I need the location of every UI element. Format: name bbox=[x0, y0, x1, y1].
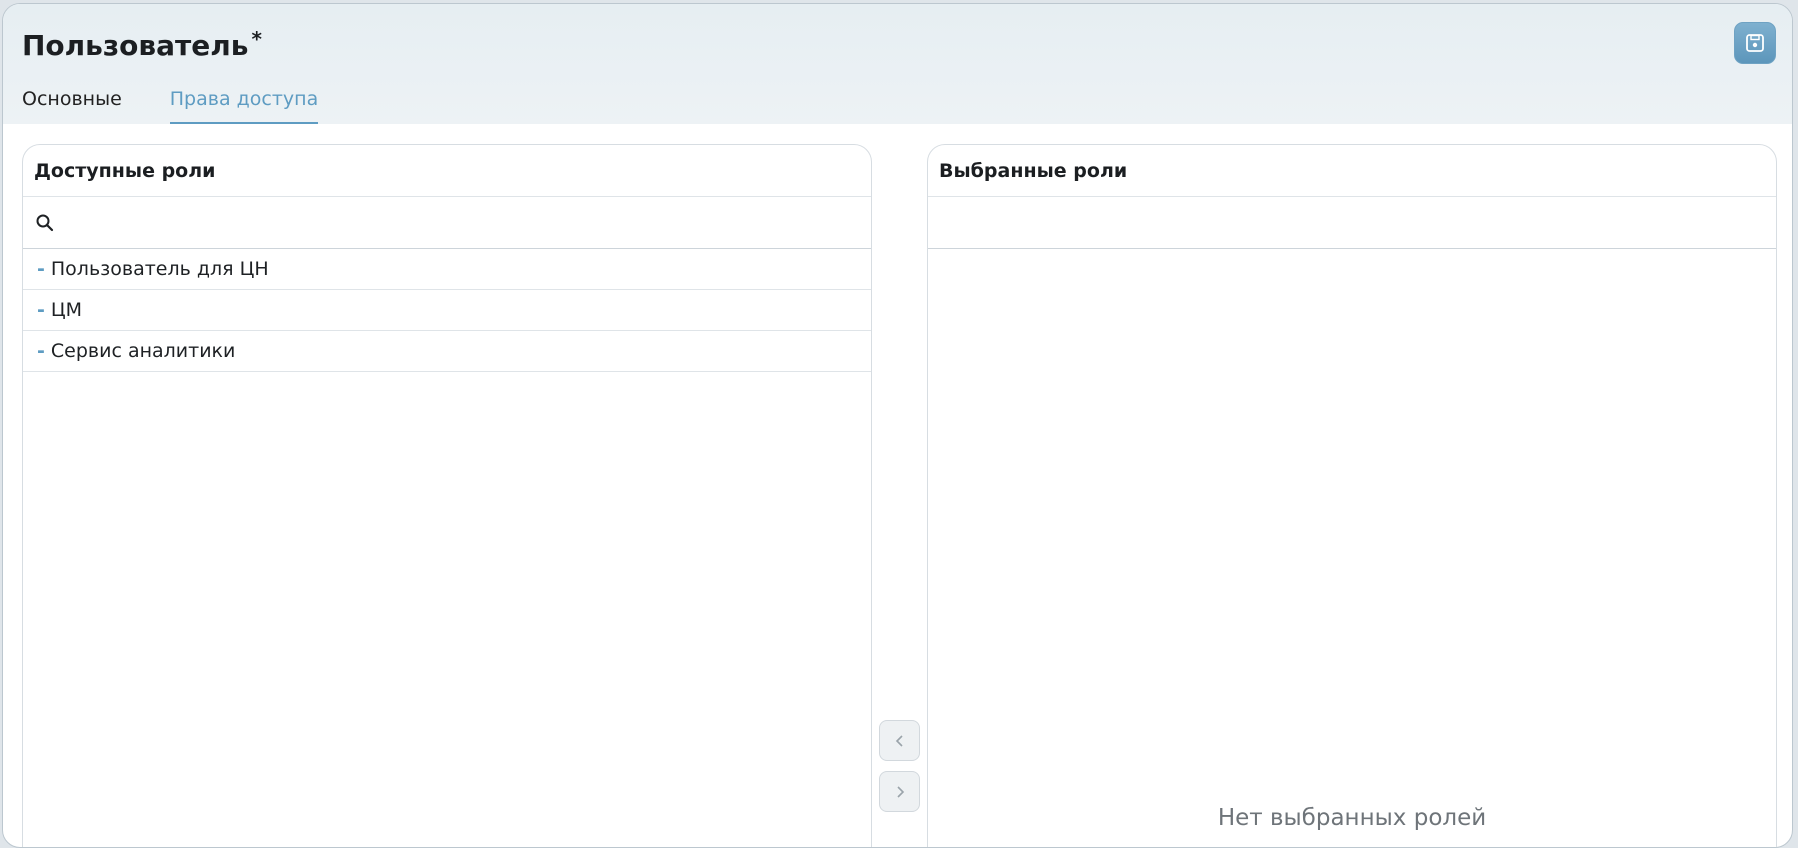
empty-state-text: Нет выбранных ролей bbox=[1217, 805, 1487, 831]
role-bullet: - bbox=[37, 299, 45, 321]
move-left-button[interactable] bbox=[879, 720, 920, 761]
tab-bar: Основные Права доступа bbox=[22, 88, 319, 124]
move-right-button[interactable] bbox=[879, 771, 920, 812]
selected-roles-toolbar bbox=[928, 197, 1776, 249]
page-title: Пользователь * bbox=[22, 27, 262, 62]
role-bullet: - bbox=[37, 340, 45, 362]
role-item[interactable]: - ЦМ bbox=[23, 290, 871, 331]
role-bullet: - bbox=[37, 258, 45, 280]
user-form-card: Пользователь * Основные Права доступа Дос… bbox=[2, 3, 1793, 848]
role-item-label: Пользователь для ЦН bbox=[50, 258, 269, 280]
selected-roles-panel: Выбранные роли Нет выбранных ролей bbox=[927, 144, 1777, 847]
selected-roles-title: Выбранные роли bbox=[928, 145, 1776, 197]
roles-search-input[interactable] bbox=[63, 202, 859, 243]
available-roles-title: Доступные роли bbox=[23, 145, 871, 197]
role-item-label: Сервис аналитики bbox=[50, 340, 236, 362]
chevron-right-icon bbox=[896, 785, 904, 798]
save-button[interactable] bbox=[1734, 22, 1776, 64]
roles-search-row bbox=[23, 197, 871, 249]
page-title-text: Пользователь bbox=[22, 29, 249, 62]
unsaved-marker: * bbox=[251, 27, 262, 51]
form-header: Пользователь * Основные Права доступа bbox=[3, 4, 1792, 124]
role-item[interactable]: - Пользователь для ЦН bbox=[23, 249, 871, 290]
chevron-left-icon bbox=[895, 734, 903, 747]
search-icon bbox=[36, 214, 54, 231]
floppy-disk-icon bbox=[1746, 34, 1764, 52]
role-item-label: ЦМ bbox=[50, 299, 83, 321]
tab-access-rights[interactable]: Права доступа bbox=[169, 88, 319, 124]
tab-general[interactable]: Основные bbox=[22, 88, 122, 124]
role-item[interactable]: - Сервис аналитики bbox=[23, 331, 871, 372]
available-roles-panel: Доступные роли - Пользователь для ЦН - Ц… bbox=[22, 144, 872, 847]
